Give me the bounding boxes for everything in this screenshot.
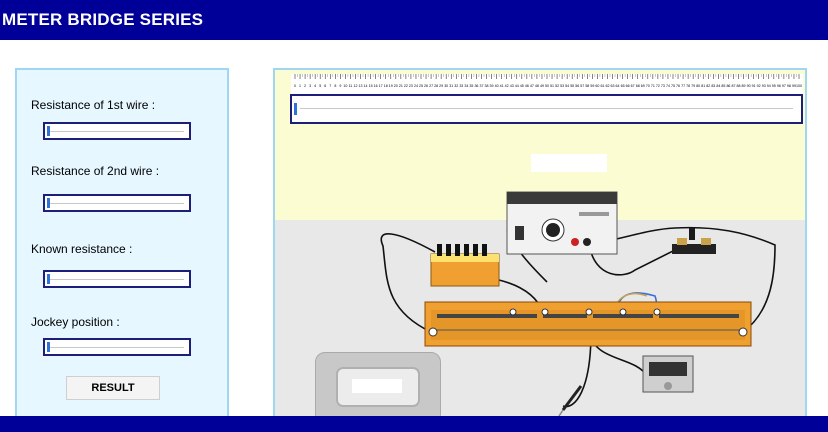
plug-key bbox=[672, 228, 716, 254]
jockey-position-slider[interactable] bbox=[43, 338, 191, 356]
slider-track bbox=[50, 131, 184, 132]
app-header: METER BRIDGE SERIES bbox=[0, 0, 828, 40]
slider-track bbox=[50, 279, 184, 280]
resistance-box bbox=[430, 244, 500, 287]
r1-label: Resistance of 1st wire : bbox=[31, 98, 156, 112]
known-resistance-label: Known resistance : bbox=[31, 242, 133, 256]
slider-thumb[interactable] bbox=[47, 198, 50, 208]
r2-label: Resistance of 2nd wire : bbox=[31, 164, 160, 178]
slider-track bbox=[50, 347, 184, 348]
result-display-inner bbox=[336, 367, 420, 407]
result-button[interactable]: RESULT bbox=[66, 376, 160, 400]
footer-band bbox=[0, 416, 828, 432]
controls-panel: Resistance of 1st wire : Resistance of 2… bbox=[15, 68, 229, 432]
slider-thumb[interactable] bbox=[47, 342, 50, 352]
page-title: METER BRIDGE SERIES bbox=[2, 10, 204, 29]
r2-slider[interactable] bbox=[43, 194, 191, 212]
simulation-area: 0 1 2 3 4 5 6 7 8 9 10 11 12 13 14 15 16 17 18 19 20 21 22 23 24… bbox=[273, 68, 807, 432]
result-display-panel bbox=[315, 352, 441, 424]
power-supply bbox=[506, 191, 618, 255]
known-resistance-slider[interactable] bbox=[43, 270, 191, 288]
jockey bbox=[558, 385, 583, 417]
slider-track bbox=[50, 203, 184, 204]
meter-bridge-board bbox=[424, 301, 752, 347]
r1-slider[interactable] bbox=[43, 122, 191, 140]
result-value-box bbox=[352, 379, 402, 393]
slider-thumb[interactable] bbox=[47, 274, 50, 284]
jockey-position-label: Jockey position : bbox=[31, 315, 120, 329]
slider-thumb[interactable] bbox=[47, 126, 50, 136]
galvanometer bbox=[642, 355, 694, 393]
